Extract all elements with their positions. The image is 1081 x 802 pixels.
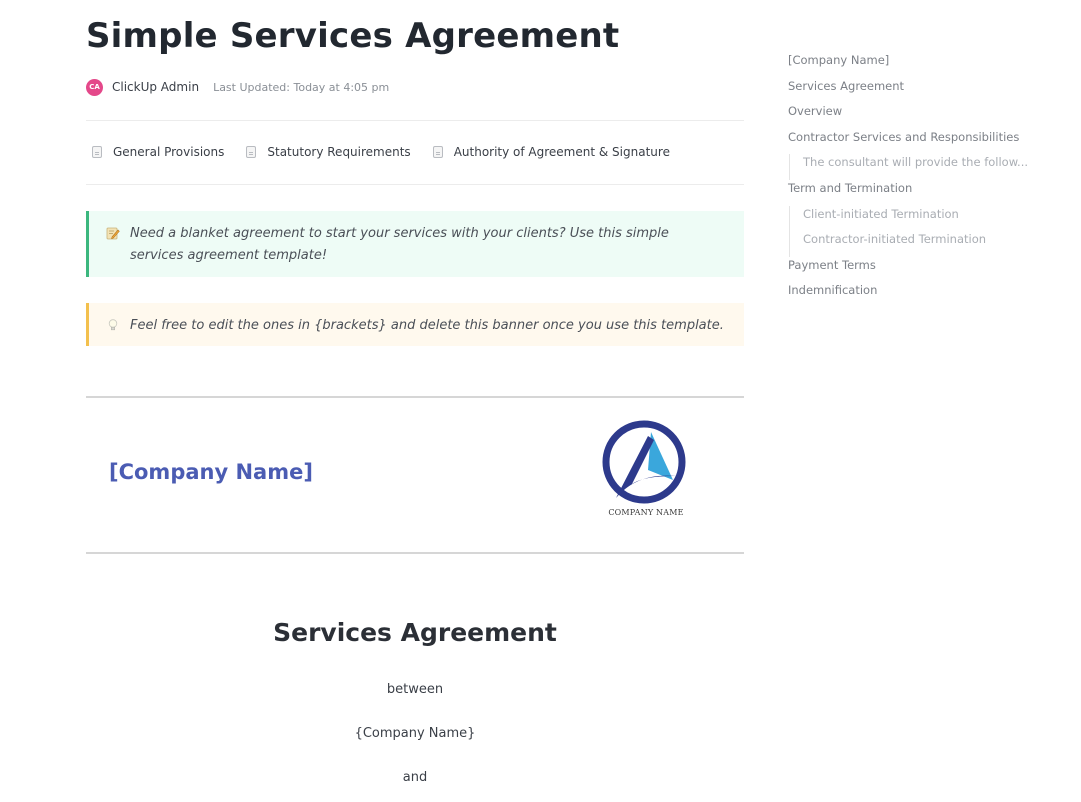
toc-item[interactable]: Payment Terms <box>788 257 1048 283</box>
company-name-heading[interactable]: [Company Name] <box>109 460 313 484</box>
toc-item[interactable]: Contractor Services and Responsibilities <box>788 129 1048 155</box>
toc-subitem[interactable]: Client-initiated Termination <box>789 205 1048 232</box>
author-name[interactable]: ClickUp Admin <box>112 80 199 94</box>
divider <box>86 120 744 121</box>
callout-text: Feel free to edit the ones in {brackets}… <box>130 318 724 333</box>
toc-subitem[interactable]: Contractor-initiated Termination <box>789 231 1048 257</box>
toc-item[interactable]: Overview <box>788 103 1048 129</box>
page-title[interactable]: Simple Services Agreement <box>86 16 619 56</box>
toc-subitem[interactable]: The consultant will provide the follow..… <box>789 154 1048 180</box>
logo-caption: COMPANY NAME <box>608 508 684 517</box>
toc-item[interactable]: Services Agreement <box>788 78 1048 104</box>
horizontal-rule <box>86 396 744 398</box>
subpage-label: General Provisions <box>113 145 225 159</box>
doc-meta: CA ClickUp Admin Last Updated: Today at … <box>86 78 389 96</box>
subpage-authority-of-agreement[interactable]: Authority of Agreement & Signature <box>427 145 670 159</box>
divider <box>86 184 744 185</box>
subpage-links: General Provisions Statutory Requirement… <box>86 142 686 162</box>
horizontal-rule <box>86 552 744 554</box>
memo-pencil-icon <box>106 226 120 240</box>
subpage-label: Authority of Agreement & Signature <box>453 145 670 159</box>
page-icon <box>432 146 443 158</box>
toc-item[interactable]: Term and Termination <box>788 180 1048 206</box>
subpage-general-provisions[interactable]: General Provisions <box>86 145 224 159</box>
toc-item[interactable]: [Company Name] <box>788 52 1048 78</box>
tip-callout[interactable]: Feel free to edit the ones in {brackets}… <box>86 303 744 346</box>
agreement-line: and <box>402 770 428 785</box>
logo-mark-icon <box>602 420 686 504</box>
agreement-title[interactable]: Services Agreement <box>86 618 744 647</box>
table-of-contents: [Company Name] Services Agreement Overvi… <box>788 52 1048 308</box>
page-icon <box>92 146 102 158</box>
last-updated: Last Updated: Today at 4:05 pm <box>213 80 390 94</box>
avatar[interactable]: CA <box>86 78 103 96</box>
toc-item[interactable]: Indemnification <box>788 282 1048 308</box>
agreement-line: {Company Name} <box>354 726 476 741</box>
company-logo: COMPANY NAME <box>596 418 696 524</box>
lightbulb-icon <box>106 318 120 332</box>
info-callout[interactable]: Need a blanket agreement to start your s… <box>86 211 744 277</box>
page-icon <box>246 146 257 158</box>
subpage-label: Statutory Requirements <box>267 145 411 159</box>
subpage-statutory-requirements[interactable]: Statutory Requirements <box>240 145 411 159</box>
agreement-line: between <box>386 682 444 697</box>
callout-text: Need a blanket agreement to start your s… <box>130 226 669 263</box>
